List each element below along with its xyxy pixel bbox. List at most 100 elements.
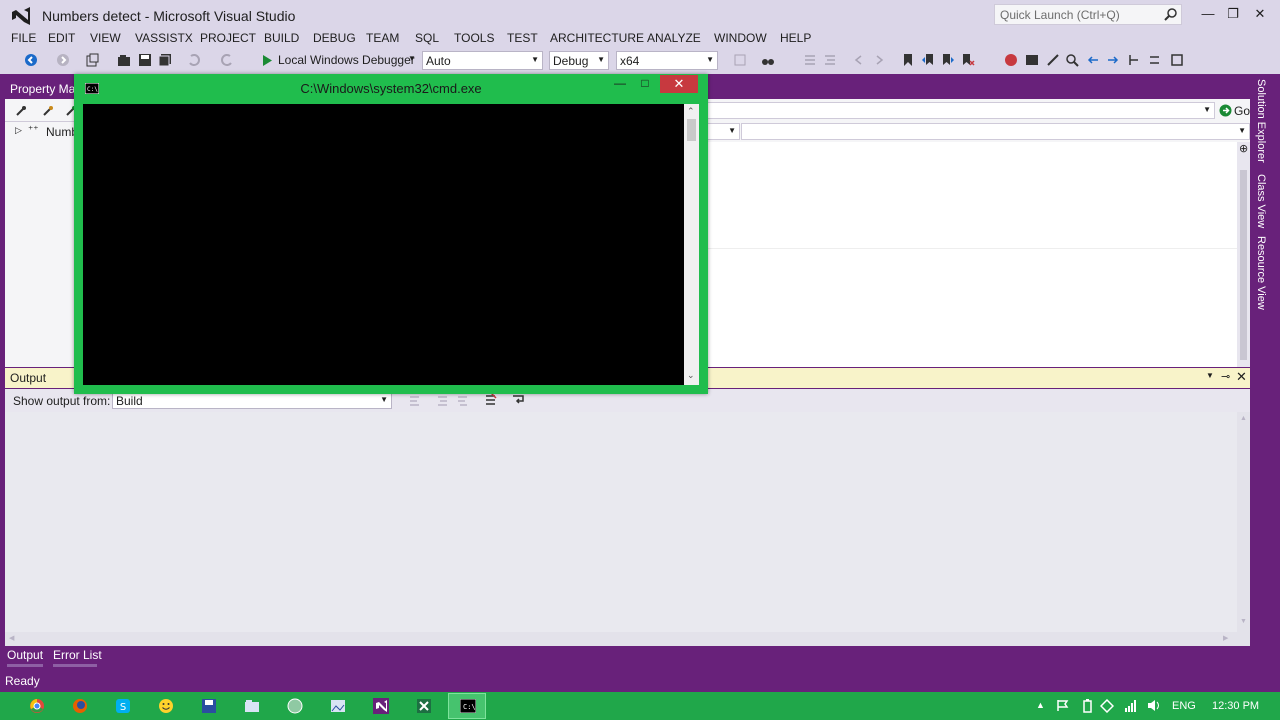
tab-error-list[interactable]: Error List bbox=[53, 648, 102, 662]
scrollbar-thumb[interactable] bbox=[1240, 170, 1247, 360]
navigate-forward-icon[interactable] bbox=[872, 53, 886, 67]
menu-test[interactable]: TEST bbox=[507, 31, 538, 45]
redo-icon[interactable] bbox=[220, 53, 234, 67]
scroll-up-icon[interactable]: ▲ bbox=[1240, 415, 1247, 422]
chevron-down-icon[interactable]: ▼ bbox=[1206, 371, 1214, 380]
binoculars-icon[interactable] bbox=[761, 53, 775, 67]
forward-icon[interactable] bbox=[56, 53, 70, 67]
menu-edit[interactable]: EDIT bbox=[48, 31, 75, 45]
menu-team[interactable]: TEAM bbox=[366, 31, 399, 45]
visual-studio-taskbar-button[interactable] bbox=[362, 693, 400, 719]
battery-icon[interactable] bbox=[1083, 699, 1092, 713]
console-output[interactable] bbox=[83, 104, 684, 385]
cmd-maximize-button[interactable]: □ bbox=[635, 76, 655, 90]
word-wrap-icon[interactable] bbox=[512, 393, 525, 406]
tab-solution-explorer[interactable]: Solution Explorer bbox=[1255, 79, 1267, 163]
save-all-icon[interactable] bbox=[158, 53, 172, 67]
explorer-taskbar-button[interactable] bbox=[233, 693, 271, 719]
code-editor[interactable] bbox=[707, 142, 1237, 367]
emoji-app-taskbar-button[interactable] bbox=[147, 693, 185, 719]
output-text-area[interactable]: ▲ ▼ ◀ ▶ bbox=[5, 412, 1250, 646]
properties-icon[interactable] bbox=[42, 105, 54, 117]
next-message-icon[interactable] bbox=[456, 394, 469, 407]
clear-bookmarks-icon[interactable] bbox=[961, 53, 975, 67]
member-dropdown[interactable]: ▼ bbox=[741, 123, 1250, 140]
comment-icon[interactable] bbox=[803, 53, 817, 67]
scope-dropdown[interactable]: ▼ bbox=[707, 123, 740, 140]
minimize-button[interactable]: — bbox=[1196, 4, 1220, 24]
menu-project[interactable]: PROJECT bbox=[200, 31, 256, 45]
property-manager-header[interactable]: Property Man bbox=[5, 79, 85, 99]
menu-sql[interactable]: SQL bbox=[415, 31, 439, 45]
cmd-minimize-button[interactable]: — bbox=[610, 76, 630, 90]
move-left-icon[interactable] bbox=[1086, 53, 1100, 67]
image-app-taskbar-button[interactable] bbox=[319, 693, 357, 719]
input-language[interactable]: ENG bbox=[1172, 700, 1196, 712]
find-references-icon[interactable] bbox=[1065, 53, 1079, 67]
output-vertical-scrollbar[interactable]: ▲ ▼ bbox=[1237, 412, 1250, 646]
navigation-bar[interactable]: ▼ bbox=[707, 102, 1215, 119]
scroll-up-icon[interactable]: ⌃ bbox=[687, 106, 695, 117]
close-button[interactable]: ✕ bbox=[1248, 4, 1272, 24]
scroll-down-icon[interactable]: ▼ bbox=[1240, 618, 1247, 625]
editor-scrollbar[interactable]: ⊕ bbox=[1237, 142, 1250, 367]
output-horizontal-scrollbar[interactable]: ◀ ▶ bbox=[5, 632, 1237, 646]
expand-arrow-icon[interactable]: ▷ bbox=[15, 125, 22, 136]
open-file-icon[interactable] bbox=[117, 53, 131, 67]
assistant-icon[interactable] bbox=[1025, 53, 1039, 67]
menu-debug[interactable]: DEBUG bbox=[313, 31, 356, 45]
bookmark-icon[interactable] bbox=[901, 53, 915, 67]
new-project-icon[interactable] bbox=[85, 53, 99, 67]
show-hidden-icons-icon[interactable]: ▲ bbox=[1036, 700, 1045, 710]
options-icon[interactable] bbox=[1170, 53, 1184, 67]
taskbar-clock[interactable]: 12:30 PM bbox=[1212, 700, 1259, 712]
save-app-taskbar-button[interactable] bbox=[190, 693, 228, 719]
clear-all-icon[interactable] bbox=[484, 393, 497, 406]
next-bookmark-icon[interactable] bbox=[941, 53, 955, 67]
menu-view[interactable]: VIEW bbox=[90, 31, 121, 45]
network-adapter-icon[interactable] bbox=[1100, 699, 1114, 713]
scroll-left-icon[interactable]: ◀ bbox=[9, 634, 14, 642]
cmd-scrollbar[interactable]: ⌃ ⌄ bbox=[684, 104, 699, 385]
menu-analyze[interactable]: ANALYZE bbox=[647, 31, 701, 45]
pin-icon[interactable]: ⊸ bbox=[1221, 370, 1230, 383]
navigate-back-icon[interactable] bbox=[852, 53, 866, 67]
scroll-down-icon[interactable]: ⌄ bbox=[687, 370, 695, 381]
solution-auto-select[interactable]: Auto ▼ bbox=[422, 51, 543, 70]
undo-icon[interactable] bbox=[187, 53, 201, 67]
hierarchy-icon[interactable] bbox=[1127, 53, 1141, 67]
maximize-button[interactable]: ❐ bbox=[1221, 4, 1245, 24]
extension-icon[interactable] bbox=[1004, 53, 1018, 67]
move-right-icon[interactable] bbox=[1106, 53, 1120, 67]
go-button[interactable]: Go bbox=[1217, 101, 1250, 120]
find-message-icon[interactable] bbox=[408, 394, 421, 407]
menu-tools[interactable]: TOOLS bbox=[454, 31, 494, 45]
app-taskbar-button[interactable] bbox=[276, 693, 314, 719]
debugger-dropdown-icon[interactable]: ▼ bbox=[408, 54, 416, 63]
tab-resource-view[interactable]: Resource View bbox=[1255, 236, 1267, 310]
previous-bookmark-icon[interactable] bbox=[921, 53, 935, 67]
previous-message-icon[interactable] bbox=[436, 394, 449, 407]
swap-icon[interactable] bbox=[1148, 53, 1162, 67]
menu-window[interactable]: WINDOW bbox=[714, 31, 767, 45]
firefox-taskbar-button[interactable] bbox=[61, 693, 99, 719]
quick-launch-input[interactable]: Quick Launch (Ctrl+Q) bbox=[994, 4, 1182, 25]
menu-file[interactable]: FILE bbox=[11, 31, 36, 45]
cmd-taskbar-button[interactable]: C:\ bbox=[448, 693, 486, 719]
find-icon[interactable] bbox=[733, 53, 747, 67]
menu-vassistx[interactable]: VASSISTX bbox=[135, 31, 193, 45]
skype-taskbar-button[interactable]: S bbox=[104, 693, 142, 719]
split-icon[interactable]: ⊕ bbox=[1239, 142, 1248, 155]
back-icon[interactable] bbox=[24, 53, 38, 67]
flag-icon[interactable] bbox=[1056, 699, 1069, 712]
wifi-signal-icon[interactable] bbox=[1124, 699, 1138, 712]
refactor-icon[interactable] bbox=[1046, 53, 1060, 67]
chrome-taskbar-button[interactable] bbox=[18, 693, 56, 719]
wrench-icon[interactable] bbox=[15, 105, 27, 117]
scrollbar-thumb[interactable] bbox=[687, 119, 696, 141]
menu-help[interactable]: HELP bbox=[780, 31, 811, 45]
menu-build[interactable]: BUILD bbox=[264, 31, 299, 45]
excel-taskbar-button[interactable] bbox=[405, 693, 443, 719]
configuration-select[interactable]: Debug ▼ bbox=[549, 51, 609, 70]
tab-class-view[interactable]: Class View bbox=[1255, 174, 1267, 228]
